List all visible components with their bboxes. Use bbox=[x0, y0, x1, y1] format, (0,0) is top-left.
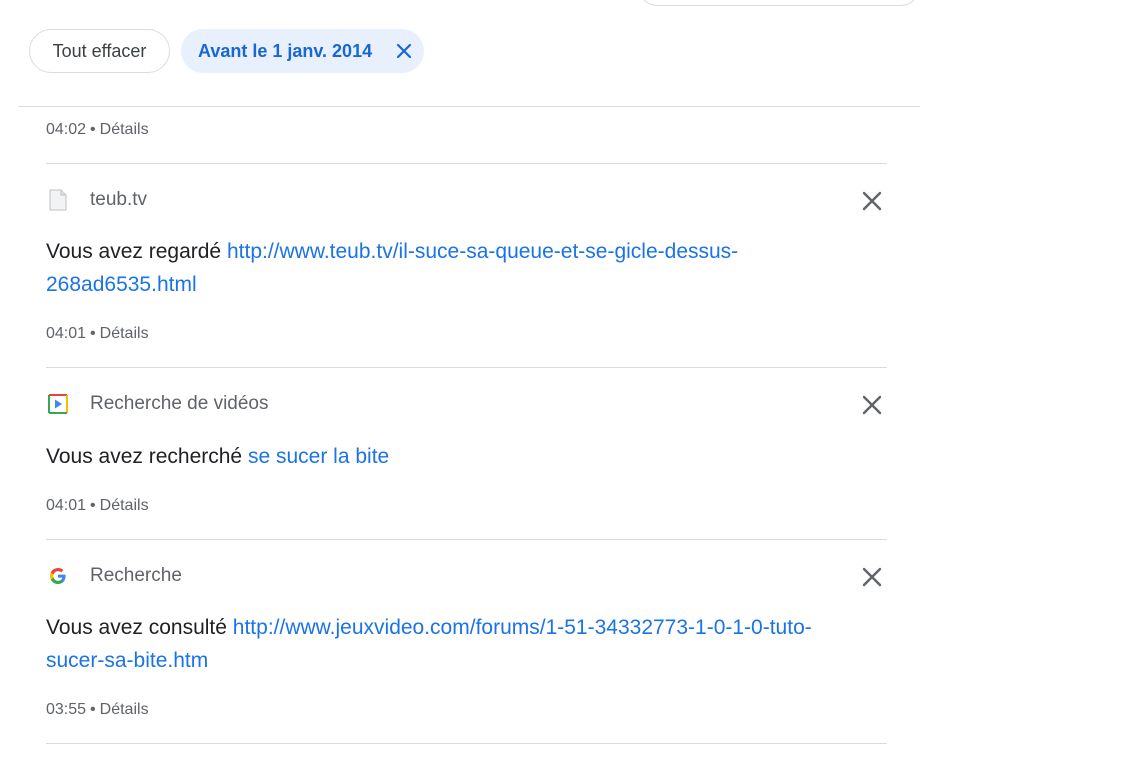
product-name: teub.tv bbox=[90, 189, 148, 210]
activity-meta: 04:01 • Détails bbox=[46, 497, 149, 514]
activity-meta: 04:01 • Détails bbox=[46, 325, 149, 342]
activity-meta: 04:02 • Détails bbox=[46, 121, 149, 138]
clear-all-chip[interactable]: Tout effacer bbox=[29, 29, 170, 73]
activity-description: Vous avez recherché se sucer la bite bbox=[46, 440, 866, 473]
item-divider bbox=[46, 539, 887, 540]
delete-item-icon[interactable] bbox=[860, 393, 884, 417]
page-icon bbox=[46, 188, 70, 212]
activity-card-header: Recherche bbox=[46, 563, 182, 589]
details-link[interactable]: Détails bbox=[100, 701, 149, 718]
delete-item-icon[interactable] bbox=[860, 565, 884, 589]
item-divider bbox=[46, 743, 887, 744]
close-icon[interactable] bbox=[394, 41, 414, 61]
activity-link[interactable]: se sucer la bite bbox=[248, 445, 389, 468]
details-link[interactable]: Détails bbox=[100, 325, 149, 342]
activity-time: 04:01 bbox=[46, 497, 87, 514]
item-divider bbox=[46, 163, 887, 164]
product-name: Recherche de vidéos bbox=[90, 393, 269, 414]
clear-all-label: Tout effacer bbox=[52, 40, 147, 61]
details-link[interactable]: Détails bbox=[100, 497, 149, 514]
activity-time: 03:55 bbox=[46, 701, 87, 718]
date-filter-chip[interactable]: Avant le 1 janv. 2014 bbox=[181, 29, 424, 73]
activity-card-header: teub.tv bbox=[46, 187, 147, 213]
item-divider bbox=[46, 367, 887, 368]
details-link[interactable]: Détails bbox=[100, 121, 149, 138]
video-search-icon bbox=[46, 392, 70, 416]
activity-action: Vous avez recherché bbox=[46, 445, 243, 468]
activity-description: Vous avez regardé http://www.teub.tv/il-… bbox=[46, 235, 866, 301]
activity-action: Vous avez consulté bbox=[46, 616, 227, 639]
activity-time: 04:01 bbox=[46, 325, 87, 342]
activity-card-header: Recherche de vidéos bbox=[46, 391, 269, 417]
date-filter-label: Avant le 1 janv. 2014 bbox=[198, 40, 373, 61]
delete-item-icon[interactable] bbox=[860, 189, 884, 213]
activity-description: Vous avez consulté http://www.jeuxvideo.… bbox=[46, 611, 866, 677]
google-icon bbox=[46, 564, 70, 588]
activity-time: 04:02 bbox=[46, 121, 87, 138]
search-box-edge[interactable] bbox=[639, 0, 919, 6]
filter-divider bbox=[18, 106, 920, 107]
activity-meta: 03:55 • Détails bbox=[46, 701, 149, 718]
product-name: Recherche bbox=[90, 565, 182, 586]
activity-action: Vous avez regardé bbox=[46, 240, 222, 263]
